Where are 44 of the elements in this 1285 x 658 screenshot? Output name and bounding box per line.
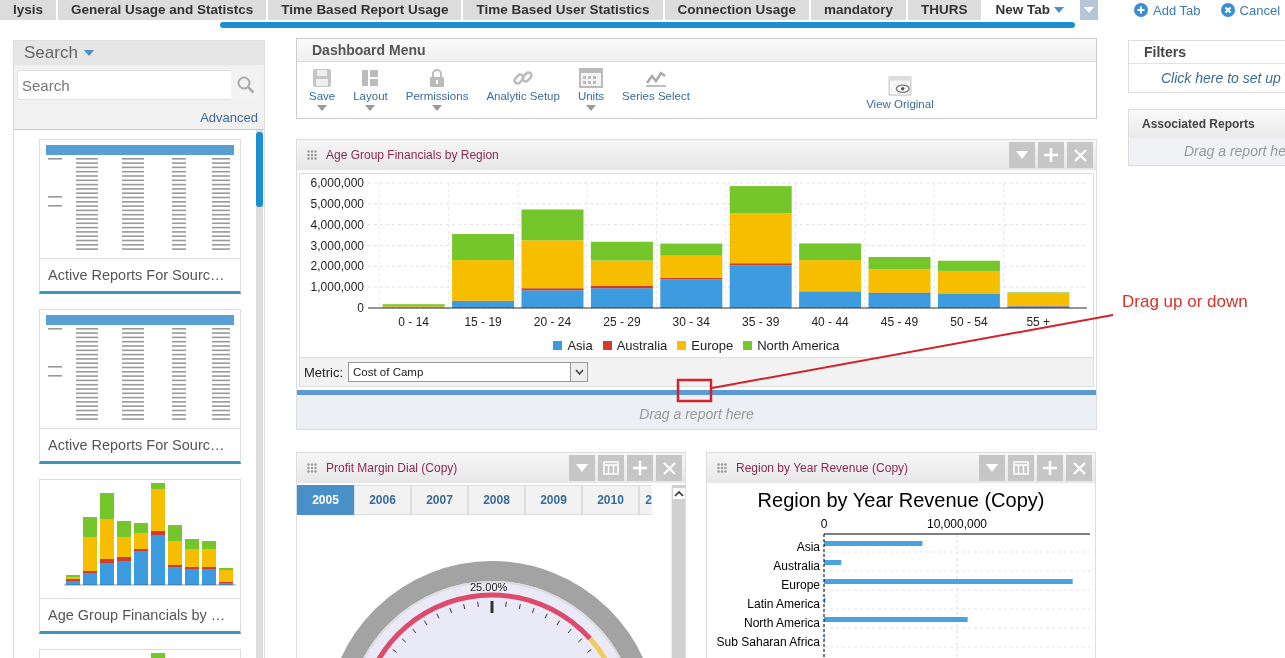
axis-tick-label: 4,000,000 [310,217,364,232]
chart-title: Region by Year Revenue (Copy) [757,489,1045,511]
axis-tick-label: Europe [781,578,820,592]
axis-tick-label: 50 - 54 [950,315,988,329]
annotation-text: Drag up or down [1122,292,1248,312]
report-title: Age Group Financials by … [40,598,240,631]
axis-tick-label: Sub Saharan Africa [716,635,820,649]
axis-tick-label: 3,000,000 [310,238,364,253]
panel-title: Region by Year Revenue (Copy) [736,461,909,475]
drop-zone: Drag a report he [1129,138,1285,165]
legend-label: Asia [567,338,593,353]
axis-tick-label: 45 - 49 [880,315,919,329]
axis-tick-label: 35 - 39 [742,315,780,329]
axis-tick-label: 6,000,000 [310,176,364,190]
axis-tick-label: North America [743,616,820,630]
axis-tick-label: 55 + [1026,315,1051,329]
legend-label: Europe [691,338,734,353]
metric-label: Metric: [304,364,343,380]
report-title: Active Reports For Sourc… [40,428,240,461]
legend-label: North America [757,338,840,353]
filters-title: Filters [1129,41,1285,64]
axis-tick-label: Asia [796,540,820,554]
axis-tick-label: 30 - 34 [672,315,710,329]
axis-tick-label: Latin America [747,597,820,611]
drop-zone: Drag a report here [297,395,1096,429]
axis-tick-label: 10,000,000 [926,517,988,531]
dashboard-menu-title: Dashboard Menu [297,39,1096,62]
panel-title: Profit Margin Dial (Copy) [326,461,458,475]
legend-label: Australia [616,338,668,353]
axis-tick-label: 20 - 24 [533,315,572,329]
axis-tick-label: 0 [820,517,828,531]
panel-title: Age Group Financials by Region [326,148,499,162]
axis-tick-label: 25 - 29 [603,315,641,329]
axis-tick-label: 5,000,000 [310,196,364,211]
axis-tick-label: 0 - 14 [398,315,430,329]
axis-tick-label: 0 [357,301,364,315]
associated-reports-title: Associated Reports [1129,110,1285,138]
axis-tick-label: 40 - 44 [811,315,849,329]
gauge-value-label: 25.00% [470,581,508,593]
axis-tick-label: 1,000,000 [310,280,364,295]
axis-tick-label: Australia [773,559,820,573]
axis-tick-label: 2,000,000 [310,259,364,274]
axis-tick-label: 15 - 19 [464,315,502,329]
report-title: Active Reports For Sourc… [40,258,240,291]
